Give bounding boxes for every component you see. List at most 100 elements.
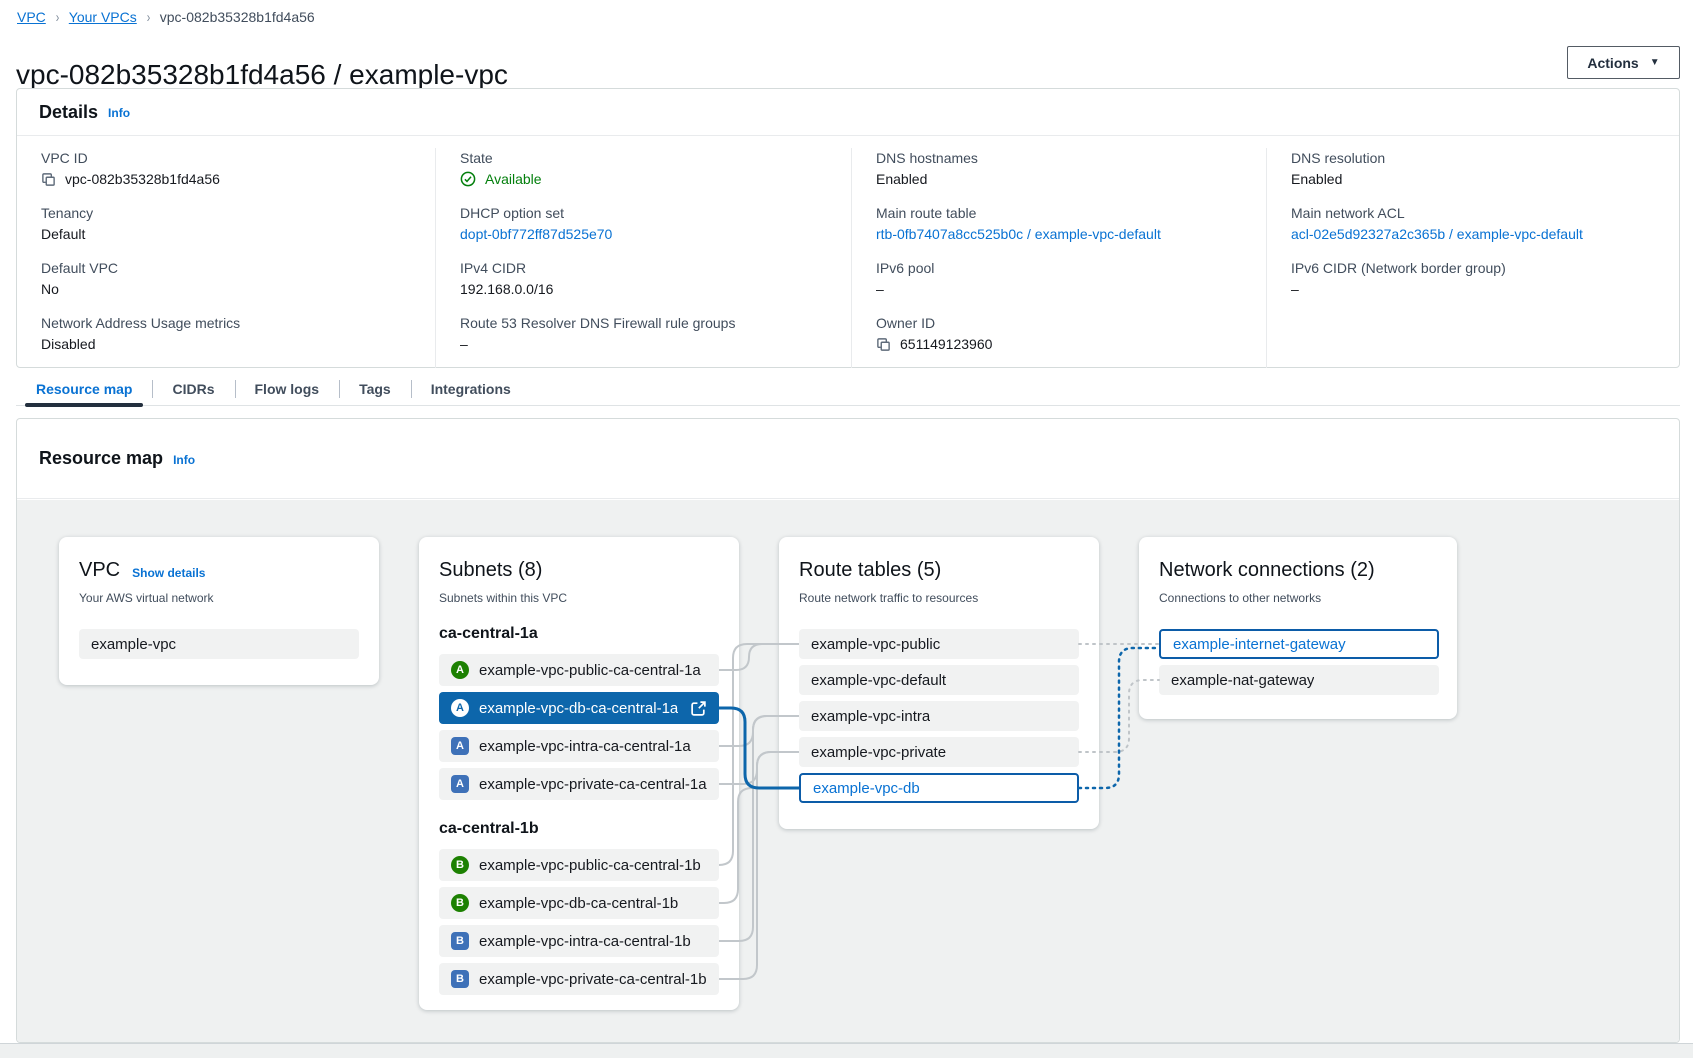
route-table-row-label: example-vpc-public [811, 636, 940, 653]
breadcrumb-link[interactable]: Your VPCs [69, 9, 137, 25]
network-connections-card-subtitle: Connections to other networks [1159, 591, 1437, 605]
copy-icon[interactable] [41, 172, 56, 187]
details-field: Default VPCNo [41, 258, 411, 300]
route-tables-card-title: Route tables (5) [799, 559, 941, 582]
availability-zone-header: ca-central-1b [439, 820, 719, 838]
details-column: StateAvailable DHCP option setdopt-0bf772… [435, 148, 851, 368]
details-column: VPC IDvpc-082b35328b1fd4a56TenancyDefaul… [17, 148, 435, 368]
field-value: vpc-082b35328b1fd4a56 [41, 168, 411, 190]
details-grid: VPC IDvpc-082b35328b1fd4a56TenancyDefaul… [17, 136, 1679, 368]
subnet-row[interactable]: Bexample-vpc-private-ca-central-1b [439, 963, 719, 995]
field-label: DNS hostnames [876, 148, 1242, 168]
details-field: DNS resolutionEnabled [1291, 148, 1655, 190]
field-label: State [460, 148, 827, 168]
network-connection-row[interactable]: example-nat-gateway [1159, 665, 1439, 695]
field-value-link[interactable]: dopt-0bf772ff87d525e70 [460, 223, 827, 245]
tab-flow-logs[interactable]: Flow logs [235, 373, 340, 405]
subnet-row[interactable]: Aexample-vpc-private-ca-central-1a [439, 768, 719, 800]
availability-zone-a-badge: A [451, 661, 469, 679]
route-table-row-label: example-vpc-db [813, 780, 920, 797]
details-field: Main network ACLacl-02e5d92327a2c365b / … [1291, 203, 1655, 245]
vpc-row[interactable]: example-vpc [79, 629, 359, 659]
external-link-icon[interactable] [690, 700, 707, 717]
route-table-row[interactable]: example-vpc-public [799, 629, 1079, 659]
tab-tags[interactable]: Tags [339, 373, 411, 405]
subnet-row-label: example-vpc-public-ca-central-1a [479, 662, 701, 679]
vpc-show-details-link[interactable]: Show details [132, 566, 205, 580]
details-panel: Details Info VPC IDvpc-082b35328b1fd4a56… [16, 88, 1680, 368]
resource-map-info-link[interactable]: Info [173, 453, 195, 467]
page-bottom-strip [0, 1043, 1693, 1058]
subnet-row[interactable]: Bexample-vpc-intra-ca-central-1b [439, 925, 719, 957]
field-value: Disabled [41, 333, 411, 355]
breadcrumb-separator-icon: › [56, 10, 60, 25]
tab-cidrs[interactable]: CIDRs [152, 373, 234, 405]
details-field: IPv6 CIDR (Network border group)– [1291, 258, 1655, 300]
resource-map-header: Resource map Info [17, 419, 1679, 499]
subnet-row-label: example-vpc-public-ca-central-1b [479, 857, 701, 874]
subnet-row[interactable]: Aexample-vpc-public-ca-central-1a [439, 654, 719, 686]
details-column: DNS hostnamesEnabledMain route tablertb-… [851, 148, 1266, 368]
field-value: Available [460, 168, 827, 190]
subnets-card: Subnets (8) Subnets within this VPC ca-c… [419, 537, 739, 1010]
tab-bar: Resource mapCIDRsFlow logsTagsIntegratio… [16, 373, 1680, 406]
route-table-row[interactable]: example-vpc-db [799, 773, 1079, 803]
availability-zone-a-badge: A [451, 699, 469, 717]
vpc-card-title: VPC [79, 559, 120, 582]
field-value: – [876, 278, 1242, 300]
field-value: – [460, 333, 827, 355]
details-title: Details [39, 102, 98, 123]
field-value: 192.168.0.0/16 [460, 278, 827, 300]
details-field: DHCP option setdopt-0bf772ff87d525e70 [460, 203, 827, 245]
field-value: 651149123960 [876, 333, 1242, 355]
field-value-link[interactable]: acl-02e5d92327a2c365b / example-vpc-defa… [1291, 223, 1655, 245]
tab-integrations[interactable]: Integrations [411, 373, 531, 405]
subnet-row-label: example-vpc-intra-ca-central-1b [479, 933, 691, 950]
field-value-link[interactable]: rtb-0fb7407a8cc525b0c / example-vpc-defa… [876, 223, 1242, 245]
details-field: IPv4 CIDR192.168.0.0/16 [460, 258, 827, 300]
subnet-row[interactable]: Aexample-vpc-intra-ca-central-1a [439, 730, 719, 762]
resource-map-title: Resource map [39, 448, 163, 469]
field-label: VPC ID [41, 148, 411, 168]
field-label: Network Address Usage metrics [41, 313, 411, 333]
route-table-row[interactable]: example-vpc-default [799, 665, 1079, 695]
field-label: IPv6 CIDR (Network border group) [1291, 258, 1655, 278]
details-info-link[interactable]: Info [108, 106, 130, 120]
network-connections-card-title: Network connections (2) [1159, 559, 1375, 582]
subnet-row[interactable]: Bexample-vpc-db-ca-central-1b [439, 887, 719, 919]
details-field: VPC IDvpc-082b35328b1fd4a56 [41, 148, 411, 190]
tab-resource-map[interactable]: Resource map [16, 373, 152, 405]
field-label: Route 53 Resolver DNS Firewall rule grou… [460, 313, 827, 333]
field-label: DHCP option set [460, 203, 827, 223]
resource-map-panel: Resource map Info VPC Show details Your … [16, 418, 1680, 1043]
subnet-row-label: example-vpc-private-ca-central-1a [479, 776, 707, 793]
route-tables-card: Route tables (5) Route network traffic t… [779, 537, 1099, 829]
subnet-row-label: example-vpc-db-ca-central-1a [479, 700, 678, 717]
subnet-row-label: example-vpc-db-ca-central-1b [479, 895, 678, 912]
subnet-row[interactable]: Aexample-vpc-db-ca-central-1a [439, 692, 719, 724]
copy-icon[interactable] [876, 337, 891, 352]
details-field: Network Address Usage metricsDisabled [41, 313, 411, 355]
vpc-card: VPC Show details Your AWS virtual networ… [59, 537, 379, 685]
resource-map-area: VPC Show details Your AWS virtual networ… [17, 500, 1679, 1042]
details-field: Route 53 Resolver DNS Firewall rule grou… [460, 313, 827, 355]
subnet-row[interactable]: Bexample-vpc-public-ca-central-1b [439, 849, 719, 881]
status-available-icon [460, 171, 476, 187]
field-label: IPv4 CIDR [460, 258, 827, 278]
details-field: Main route tablertb-0fb7407a8cc525b0c / … [876, 203, 1242, 245]
network-connection-row[interactable]: example-internet-gateway [1159, 629, 1439, 659]
details-panel-header: Details Info [17, 89, 1679, 136]
subnet-row-label: example-vpc-private-ca-central-1b [479, 971, 707, 988]
details-field: IPv6 pool– [876, 258, 1242, 300]
actions-button[interactable]: Actions ▼ [1567, 46, 1680, 79]
availability-zone-a-badge: A [451, 737, 469, 755]
availability-zone-header: ca-central-1a [439, 625, 719, 643]
availability-zone-b-badge: B [451, 932, 469, 950]
network-connection-row-label: example-nat-gateway [1171, 672, 1314, 689]
field-label: IPv6 pool [876, 258, 1242, 278]
breadcrumb-link[interactable]: VPC [17, 9, 46, 25]
subnets-card-title: Subnets (8) [439, 559, 542, 582]
route-tables-card-subtitle: Route network traffic to resources [799, 591, 1079, 605]
route-table-row[interactable]: example-vpc-intra [799, 701, 1079, 731]
route-table-row[interactable]: example-vpc-private [799, 737, 1079, 767]
